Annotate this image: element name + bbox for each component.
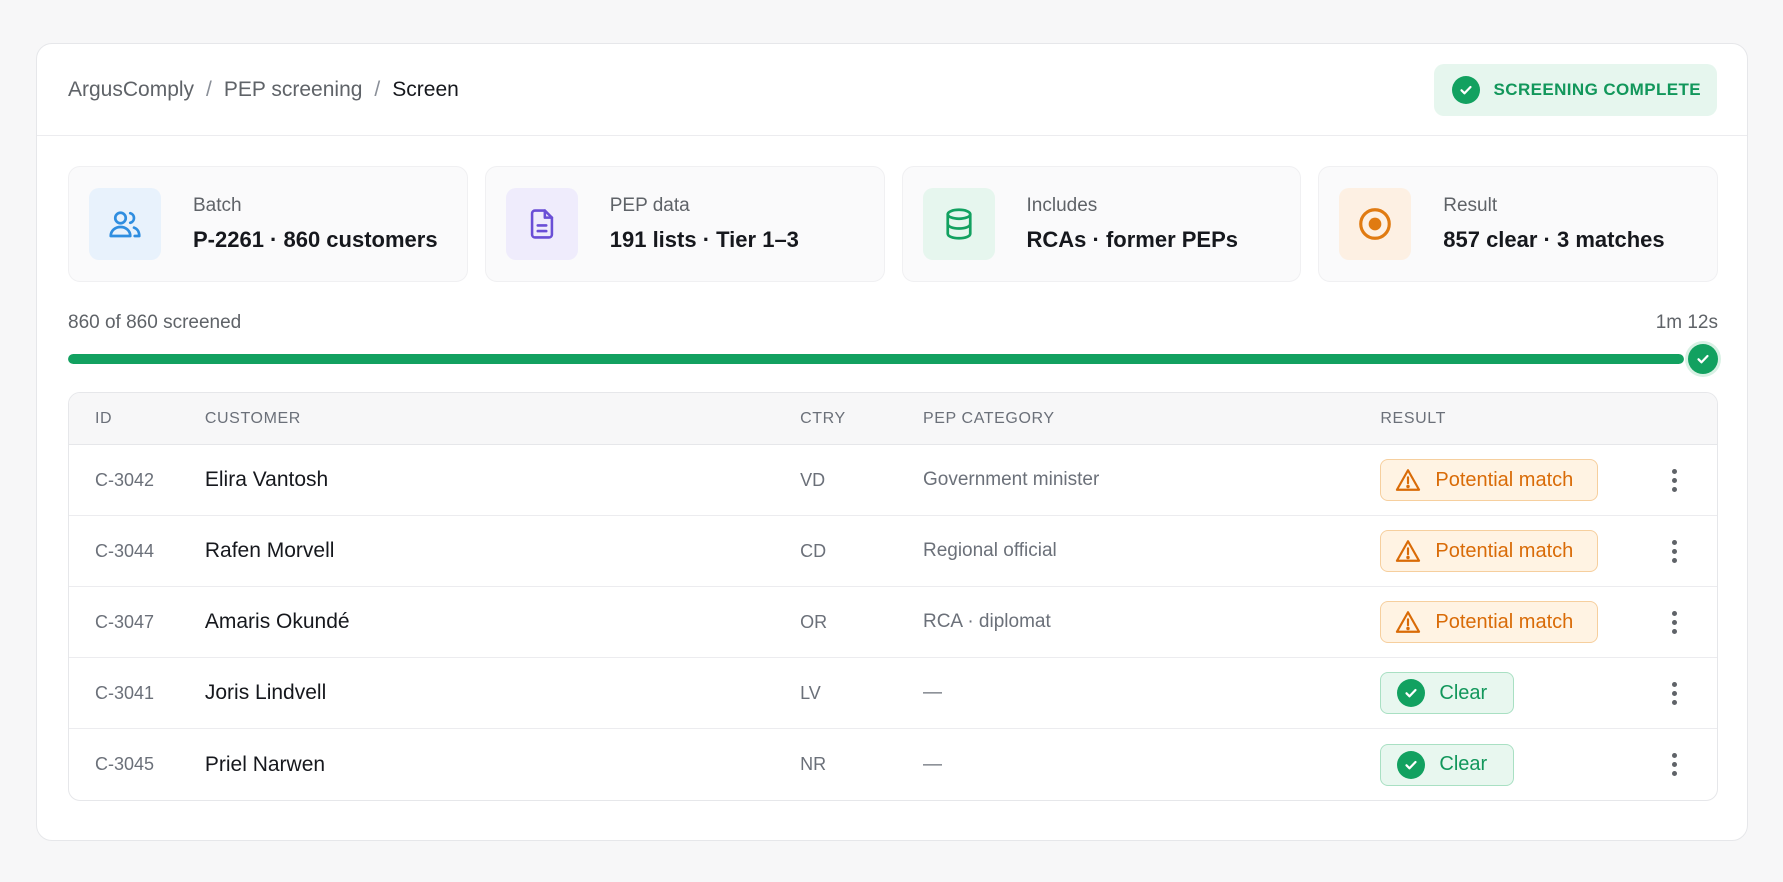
- result-label: Potential match: [1435, 610, 1574, 633]
- country-code: NR: [800, 754, 827, 774]
- pep-category: —: [922, 682, 942, 703]
- breadcrumb: ArgusComply / PEP screening / Screen: [68, 78, 459, 102]
- pep-category: Regional official: [922, 540, 1057, 561]
- result-label: Potential match: [1435, 539, 1574, 562]
- column-header-id[interactable]: ID: [69, 410, 205, 428]
- users-icon: [89, 188, 161, 260]
- stat-value: 857 clear · 3 matches: [1443, 227, 1665, 252]
- stat-label: PEP data: [609, 195, 690, 216]
- row-menu-icon[interactable]: [1666, 534, 1683, 569]
- customer-id: C-3044: [95, 540, 155, 561]
- table-row[interactable]: C-3044 Rafen Morvell CD Regional officia…: [69, 516, 1717, 587]
- warning-icon: [1396, 611, 1421, 633]
- table-row[interactable]: C-3041 Joris Lindvell LV — Clear: [69, 658, 1717, 729]
- result-badge[interactable]: Clear: [1380, 743, 1515, 786]
- country-code: LV: [800, 682, 821, 703]
- result-badge[interactable]: Clear: [1380, 672, 1515, 714]
- pep-category: RCA · diplomat: [922, 611, 1051, 632]
- database-icon: [922, 188, 995, 260]
- check-circle-icon: [1397, 750, 1426, 779]
- row-menu-icon[interactable]: [1666, 747, 1683, 782]
- breadcrumb-app[interactable]: ArgusComply: [68, 78, 194, 102]
- progress-fill: [68, 354, 1684, 364]
- table-row[interactable]: C-3047 Amaris Okundé OR RCA · diplomat P…: [69, 587, 1717, 658]
- stat-label: Includes: [1026, 195, 1098, 216]
- table-row[interactable]: C-3045 Priel Narwen NR — Clear: [69, 729, 1717, 800]
- result-badge[interactable]: Potential match: [1380, 459, 1599, 501]
- check-circle-icon: [1688, 344, 1718, 374]
- customer-name: Joris Lindvell: [204, 681, 327, 704]
- stat-pep-data: PEP data 191 lists · Tier 1–3: [484, 166, 885, 282]
- warning-icon: [1396, 540, 1421, 562]
- customer-name: Rafen Morvell: [204, 539, 335, 562]
- result-label: Clear: [1439, 681, 1488, 704]
- customer-name: Priel Narwen: [204, 752, 326, 776]
- stat-label: Batch: [193, 195, 242, 216]
- column-header-category[interactable]: PEP CATEGORY: [923, 410, 1380, 428]
- breadcrumb-current: Screen: [392, 77, 459, 101]
- warning-icon: [1396, 469, 1421, 491]
- stat-batch: Batch P-2261 · 860 customers: [68, 166, 468, 282]
- progress-label: 860 of 860 screened: [68, 312, 242, 333]
- document-icon: [505, 188, 578, 260]
- check-circle-icon: [1397, 679, 1426, 707]
- check-circle-icon: [1451, 75, 1480, 104]
- result-label: Clear: [1439, 753, 1488, 775]
- stat-value: RCAs · former PEPs: [1026, 227, 1239, 252]
- result-badge[interactable]: Potential match: [1380, 601, 1599, 643]
- row-menu-icon[interactable]: [1666, 605, 1683, 640]
- country-code: OR: [800, 611, 828, 632]
- progress-bar: [68, 354, 1684, 364]
- screening-progress: 860 of 860 screened 1m 12s: [68, 312, 1718, 374]
- row-menu-icon[interactable]: [1666, 463, 1683, 498]
- status-label: SCREENING COMPLETE: [1493, 79, 1701, 99]
- table-row[interactable]: C-3042 Elira Vantosh VD Government minis…: [69, 445, 1717, 516]
- customer-id: C-3045: [95, 754, 155, 774]
- breadcrumb-section[interactable]: PEP screening: [224, 78, 363, 102]
- summary-stats: Batch P-2261 · 860 customers PEP data 19…: [68, 166, 1718, 282]
- customer-id: C-3041: [95, 682, 155, 703]
- customer-id: C-3047: [95, 611, 155, 632]
- breadcrumb-separator: /: [206, 77, 212, 101]
- stat-value: P-2261 · 860 customers: [193, 227, 438, 252]
- table-header: ID CUSTOMER CTRY PEP CATEGORY RESULT: [69, 393, 1717, 445]
- row-menu-icon[interactable]: [1666, 676, 1683, 711]
- result-badge[interactable]: Potential match: [1380, 530, 1599, 572]
- stat-result: Result 857 clear · 3 matches: [1318, 166, 1718, 282]
- breadcrumb-separator: /: [374, 77, 381, 101]
- country-code: VD: [800, 469, 826, 490]
- elapsed-time: 1m 12s: [1655, 312, 1718, 333]
- stat-includes: Includes RCAs · former PEPs: [901, 166, 1302, 282]
- country-code: CD: [800, 540, 827, 561]
- column-header-customer[interactable]: CUSTOMER: [205, 410, 800, 428]
- status-badge: SCREENING COMPLETE: [1433, 63, 1717, 116]
- pep-category: —: [922, 753, 942, 775]
- page-header: ArgusComply / PEP screening / Screen SCR…: [37, 44, 1747, 136]
- customer-id: C-3042: [95, 469, 155, 490]
- target-icon: [1339, 188, 1412, 260]
- customer-name: Elira Vantosh: [204, 468, 329, 491]
- customer-name: Amaris Okundé: [204, 610, 350, 633]
- column-header-result[interactable]: RESULT: [1380, 410, 1632, 428]
- column-header-ctry[interactable]: CTRY: [800, 410, 923, 428]
- results-table: ID CUSTOMER CTRY PEP CATEGORY RESULT C-3…: [68, 392, 1718, 801]
- screening-card: ArgusComply / PEP screening / Screen SCR…: [36, 43, 1748, 841]
- stat-label: Result: [1443, 195, 1498, 216]
- stat-value: 191 lists · Tier 1–3: [609, 227, 799, 252]
- result-label: Potential match: [1435, 468, 1574, 491]
- pep-category: Government minister: [922, 469, 1100, 490]
